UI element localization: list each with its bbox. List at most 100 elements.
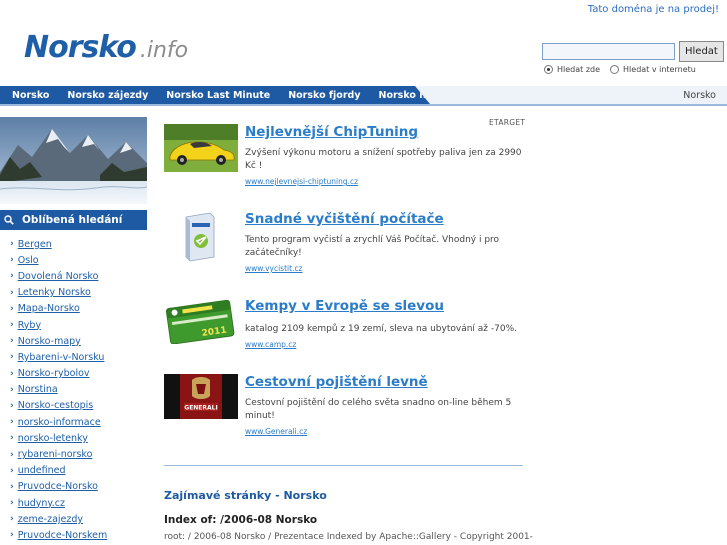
ad-url-link[interactable]: www.nejlevnejsi-chiptuning.cz	[245, 177, 358, 186]
chevron-right-icon: ›	[10, 255, 14, 266]
index-title: Index of: /2006-08 Norsko	[164, 514, 318, 526]
sidebar-link-item[interactable]: › zeme-zajezdy	[10, 511, 107, 527]
sidebar-link-item[interactable]: › Pruvodce-Norskem	[10, 527, 107, 543]
ad-url-link[interactable]: www.Generali.cz	[245, 427, 307, 436]
camping-card-image[interactable]: 2011	[164, 298, 238, 344]
nav-tab-fjordy[interactable]: Norsko fjordy	[279, 90, 369, 101]
chevron-right-icon: ›	[10, 433, 14, 444]
logo-suffix-text: .info	[139, 38, 189, 63]
sidebar-link-item[interactable]: › norsko-informace	[10, 414, 107, 430]
chevron-right-icon: ›	[10, 530, 14, 541]
ad-description: Zvýšení výkonu motoru a snížení spotřeby…	[245, 148, 522, 171]
sidebar-link-item[interactable]: › Norsko-cestopis	[10, 398, 107, 414]
sports-car-image[interactable]	[164, 124, 238, 172]
sidebar-link-item[interactable]: › Norsko-rybolov	[10, 366, 107, 382]
sidebar-link-item[interactable]: › Bergen	[10, 236, 107, 252]
ad-description: Cestovní pojištění do celého světa snadn…	[245, 398, 512, 421]
ad-title-link[interactable]: Cestovní pojištění levně	[245, 374, 428, 390]
radio-checked-icon[interactable]	[544, 65, 553, 74]
chevron-right-icon: ›	[10, 481, 14, 492]
sidebar-link[interactable]: Norsko-mapy	[18, 336, 81, 347]
software-box-image[interactable]	[164, 211, 238, 263]
ad-description: Tento program vyčistí a zrychlí Váš Počí…	[245, 235, 500, 258]
sidebar-link-item[interactable]: › Norsko-mapy	[10, 333, 107, 349]
chevron-right-icon: ›	[10, 320, 14, 331]
sidebar-link-item[interactable]: › rybareni-norsko	[10, 446, 107, 462]
nav-tab-norsko[interactable]: Norsko	[3, 90, 58, 101]
ad-item: GENERALI Cestovní pojištění levně Cestov…	[164, 374, 524, 444]
chevron-right-icon: ›	[10, 498, 14, 509]
sidebar-link-item[interactable]: › Letenky Norsko	[10, 285, 107, 301]
sidebar-link[interactable]: Norstina	[18, 384, 58, 395]
sidebar-link[interactable]: Norsko-cestopis	[18, 400, 94, 411]
sidebar-link[interactable]: Mapa-Norsko	[18, 303, 80, 314]
chevron-right-icon: ›	[10, 400, 14, 411]
search-input[interactable]	[542, 43, 675, 60]
search-here-label: Hledat zde	[557, 65, 601, 74]
sidebar-link[interactable]: Ryby	[18, 320, 41, 331]
ad-item: Snadné vyčištění počítače Tento program …	[164, 211, 524, 281]
chevron-right-icon: ›	[10, 417, 14, 428]
search-here-option[interactable]: Hledat zde	[544, 65, 600, 74]
content-divider	[164, 465, 523, 466]
ad-url-link[interactable]: www.camp.cz	[245, 340, 296, 349]
nav-tab-zajezdy[interactable]: Norsko zájezdy	[58, 90, 157, 101]
ad-description: katalog 2109 kempů z 19 zemí, sleva na u…	[245, 324, 517, 334]
sidebar-link-item[interactable]: › Ryby	[10, 317, 107, 333]
sidebar-link[interactable]: Oslo	[18, 255, 39, 266]
ad-title-link[interactable]: Kempy v Evropě se slevou	[245, 298, 444, 314]
ad-item: Nejlevnější ChipTuning Zvýšení výkonu mo…	[164, 124, 524, 194]
sidebar-link-item[interactable]: › Norstina	[10, 382, 107, 398]
sidebar-link-item[interactable]: › undefined	[10, 463, 107, 479]
chevron-right-icon: ›	[10, 384, 14, 395]
generali-logo-image[interactable]: GENERALI	[164, 374, 238, 419]
sidebar-link[interactable]: undefined	[18, 465, 66, 476]
chevron-right-icon: ›	[10, 352, 14, 363]
sidebar-link[interactable]: Pruvodce-Norsko	[18, 481, 98, 492]
sidebar-landscape-photo	[0, 117, 147, 204]
sidebar-link-item[interactable]: › Oslo	[10, 252, 107, 268]
radio-unchecked-icon[interactable]	[610, 65, 620, 74]
ad-item: 2011 Kempy v Evropě se slevou katalog 21…	[164, 298, 524, 358]
search-internet-label: Hledat v internetu	[623, 65, 696, 74]
section-title: Zajímavé stránky - Norsko	[164, 489, 327, 502]
search-button[interactable]: Hledat	[679, 41, 724, 62]
nav-tab-last-minute[interactable]: Norsko Last Minute	[157, 90, 279, 101]
sidebar-link-item[interactable]: › Rybareni-v-Norsku	[10, 349, 107, 365]
generali-wordmark: GENERALI	[184, 405, 217, 412]
sidebar-link-item[interactable]: › norsko-letenky	[10, 430, 107, 446]
sidebar-link-item[interactable]: › hudyny.cz	[10, 495, 107, 511]
search-icon	[4, 215, 14, 225]
sidebar-link[interactable]: norsko-letenky	[18, 433, 88, 444]
ad-url-link[interactable]: www.vycistit.cz	[245, 264, 303, 273]
main-nav: Norsko Norsko zájezdy Norsko Last Minute…	[0, 86, 430, 104]
sidebar-link[interactable]: Bergen	[18, 239, 52, 250]
search-internet-option[interactable]: Hledat v internetu	[610, 65, 696, 74]
ad-title-link[interactable]: Snadné vyčištění počítače	[245, 211, 444, 227]
sidebar-link[interactable]: Pruvodce-Norskem	[18, 530, 108, 541]
popular-searches-list: › Bergen › Oslo › Dovolená Norsko › Letenky Nor…	[10, 236, 107, 544]
sidebar-link[interactable]: zeme-zajezdy	[18, 514, 83, 525]
chevron-right-icon: ›	[10, 239, 14, 250]
sidebar-link[interactable]: Rybareni-v-Norsku	[18, 352, 105, 363]
ad-title-link[interactable]: Nejlevnější ChipTuning	[245, 124, 418, 140]
sidebar-link[interactable]: Norsko-rybolov	[18, 368, 90, 379]
sidebar-link[interactable]: hudyny.cz	[18, 498, 65, 509]
sidebar-link-item[interactable]: › Pruvodce-Norsko	[10, 479, 107, 495]
site-logo[interactable]: Norsko .info	[24, 30, 188, 65]
search-scope-options: Hledat zde Hledat v internetu	[544, 65, 706, 74]
sidebar-link[interactable]: norsko-informace	[18, 417, 101, 428]
chevron-right-icon: ›	[10, 287, 14, 298]
sidebar-link-item[interactable]: › Mapa-Norsko	[10, 301, 107, 317]
chevron-right-icon: ›	[10, 271, 14, 282]
domain-for-sale-link[interactable]: Tato doména je na prodej!	[588, 4, 719, 15]
search-form: Hledat	[542, 41, 724, 62]
sidebar-link[interactable]: rybareni-norsko	[18, 449, 93, 460]
logo-main-text: Norsko	[24, 30, 137, 65]
sidebar-link[interactable]: Dovolená Norsko	[18, 271, 99, 282]
sidebar-link[interactable]: Letenky Norsko	[18, 287, 91, 298]
sidebar-link-item[interactable]: › Dovolená Norsko	[10, 268, 107, 284]
nav-divider	[0, 104, 727, 106]
nav-current-section: Norsko	[683, 90, 716, 101]
chevron-right-icon: ›	[10, 449, 14, 460]
